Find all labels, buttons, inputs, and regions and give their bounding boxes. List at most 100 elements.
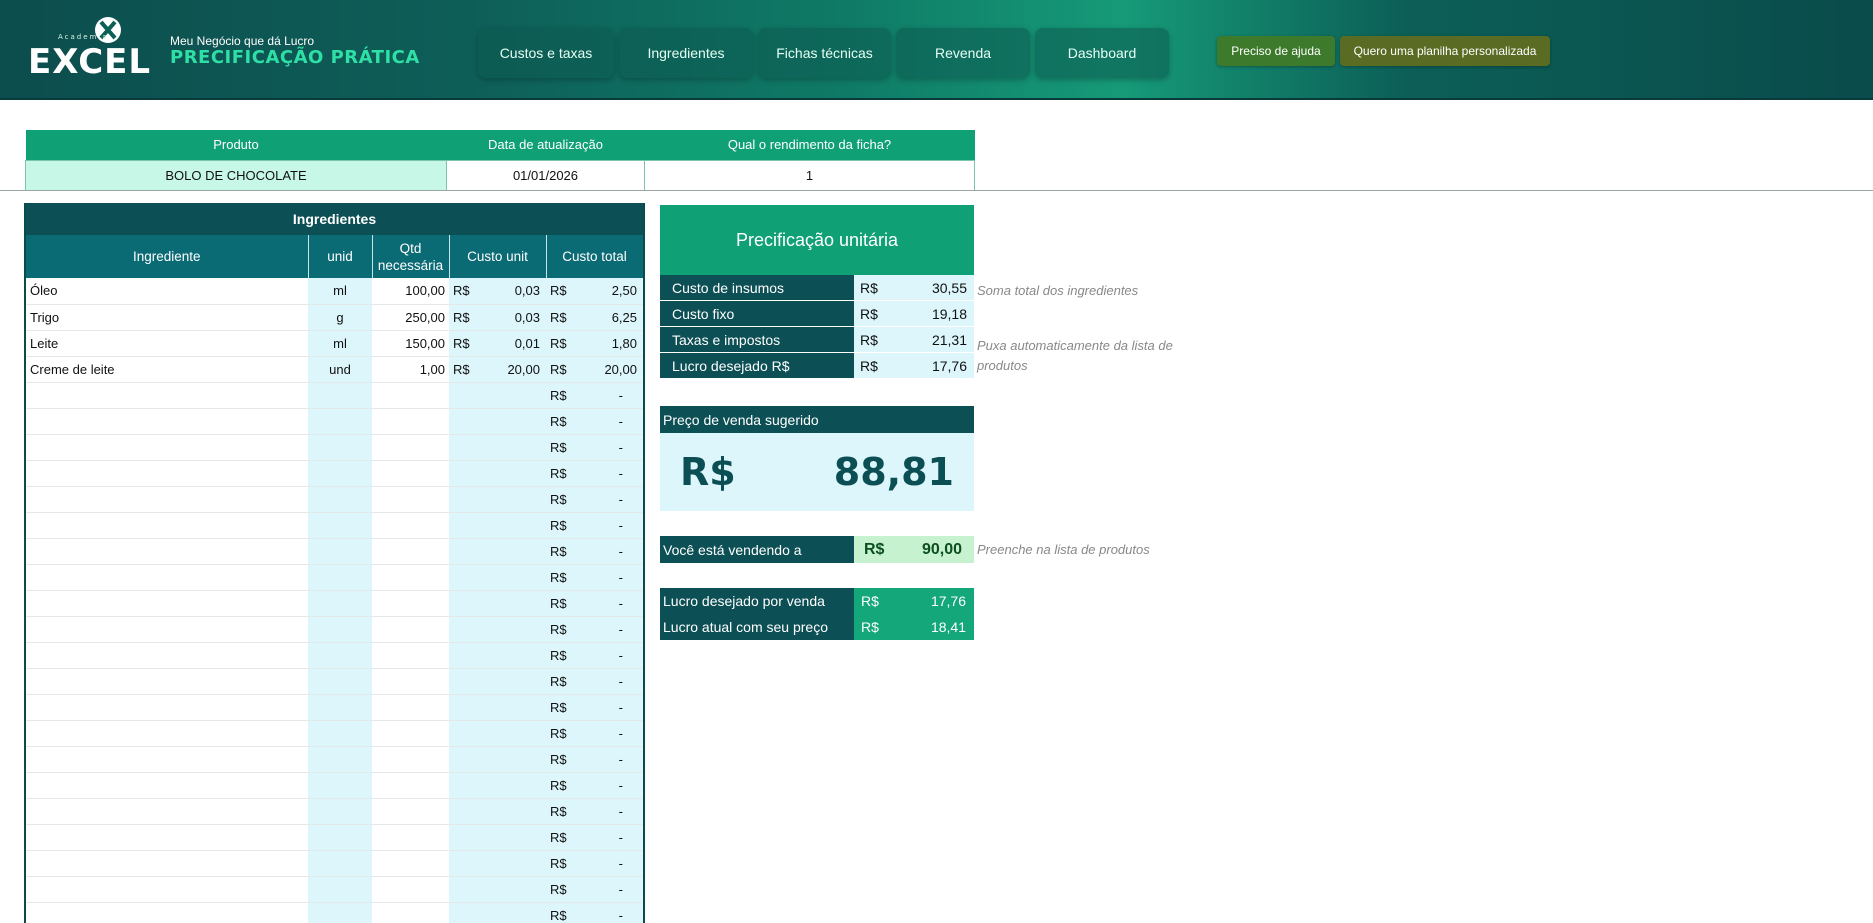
ingredient-unit-cell[interactable] (308, 512, 372, 539)
ingredient-unit-cell[interactable] (308, 434, 372, 461)
ingredient-total-cell[interactable]: R$ - (546, 486, 643, 513)
ingredient-total-cell[interactable]: R$ - (546, 824, 643, 851)
nav-fichas-tecnicas-button[interactable]: Fichas técnicas (758, 28, 891, 78)
ingredient-unit-cost-cell[interactable] (449, 798, 546, 825)
ingredient-qty-cell[interactable] (372, 902, 449, 923)
ingredient-qty-cell[interactable] (372, 694, 449, 721)
ingredient-total-cell[interactable]: R$ - (546, 538, 643, 565)
ingredient-name-cell[interactable]: Leite (26, 330, 308, 357)
ingredient-unit-cost-cell[interactable] (449, 876, 546, 903)
ingredient-unit-cost-cell[interactable] (449, 382, 546, 409)
ingredient-unit-cost-cell[interactable] (449, 512, 546, 539)
selling-price-value[interactable]: R$ 90,00 (854, 536, 974, 563)
ingredient-name-cell[interactable] (26, 850, 308, 877)
nav-custos-e-taxas-button[interactable]: Custos e taxas (478, 28, 614, 78)
ingredient-qty-cell[interactable] (372, 772, 449, 799)
ingredient-unit-cost-cell[interactable]: R$ 0,03 (449, 278, 546, 305)
ingredient-unit-cost-cell[interactable] (449, 642, 546, 669)
ingredient-qty-cell[interactable] (372, 616, 449, 643)
ingredient-qty-cell[interactable] (372, 850, 449, 877)
help-button[interactable]: Preciso de ajuda (1217, 36, 1335, 66)
ingredient-total-cell[interactable]: R$ - (546, 512, 643, 539)
ingredient-qty-cell[interactable] (372, 642, 449, 669)
ingredient-name-cell[interactable] (26, 486, 308, 513)
ingredient-unit-cell[interactable] (308, 590, 372, 617)
ingredient-unit-cell[interactable] (308, 772, 372, 799)
ingredient-unit-cost-cell[interactable] (449, 408, 546, 435)
ingredient-unit-cost-cell[interactable] (449, 434, 546, 461)
ingredient-name-cell[interactable] (26, 382, 308, 409)
pricing-row-value[interactable]: R$ 19,18 (854, 301, 974, 326)
ingredient-name-cell[interactable] (26, 538, 308, 565)
ingredient-qty-cell[interactable] (372, 564, 449, 591)
nav-ingredientes-button[interactable]: Ingredientes (619, 28, 753, 78)
ingredient-unit-cost-cell[interactable] (449, 850, 546, 877)
ingredient-unit-cost-cell[interactable] (449, 772, 546, 799)
ingredient-unit-cell[interactable] (308, 720, 372, 747)
ingredient-qty-cell[interactable] (372, 824, 449, 851)
ingredient-total-cell[interactable]: R$ - (546, 902, 643, 923)
ingredient-qty-cell[interactable]: 150,00 (372, 330, 449, 357)
ingredient-qty-cell[interactable] (372, 382, 449, 409)
nav-dashboard-button[interactable]: Dashboard (1035, 28, 1169, 78)
ingredient-unit-cell[interactable] (308, 460, 372, 487)
ingredient-name-cell[interactable] (26, 902, 308, 923)
custom-spreadsheet-button[interactable]: Quero uma planilha personalizada (1340, 36, 1550, 66)
ingredient-total-cell[interactable]: R$ - (546, 564, 643, 591)
ingredient-qty-cell[interactable] (372, 460, 449, 487)
ingredient-unit-cell[interactable]: und (308, 356, 372, 383)
yield-cell[interactable]: 1 (644, 159, 975, 191)
ingredient-name-cell[interactable] (26, 668, 308, 695)
ingredient-total-cell[interactable]: R$ - (546, 694, 643, 721)
ingredient-name-cell[interactable]: Trigo (26, 304, 308, 331)
ingredient-qty-cell[interactable] (372, 408, 449, 435)
ingredient-name-cell[interactable] (26, 590, 308, 617)
ingredient-unit-cell[interactable] (308, 746, 372, 773)
ingredient-unit-cell[interactable]: ml (308, 330, 372, 357)
ingredient-unit-cost-cell[interactable]: R$ 0,01 (449, 330, 546, 357)
ingredient-name-cell[interactable] (26, 616, 308, 643)
ingredient-name-cell[interactable]: Creme de leite (26, 356, 308, 383)
ingredient-unit-cost-cell[interactable] (449, 564, 546, 591)
ingredient-unit-cell[interactable] (308, 668, 372, 695)
ingredient-qty-cell[interactable] (372, 746, 449, 773)
ingredient-qty-cell[interactable] (372, 434, 449, 461)
ingredient-total-cell[interactable]: R$ - (546, 590, 643, 617)
ingredient-name-cell[interactable] (26, 798, 308, 825)
ingredient-qty-cell[interactable] (372, 798, 449, 825)
ingredient-unit-cell[interactable] (308, 694, 372, 721)
ingredient-name-cell[interactable] (26, 460, 308, 487)
ingredient-name-cell[interactable] (26, 642, 308, 669)
ingredient-unit-cost-cell[interactable] (449, 902, 546, 923)
ingredient-name-cell[interactable] (26, 434, 308, 461)
ingredient-unit-cell[interactable] (308, 616, 372, 643)
ingredient-unit-cost-cell[interactable] (449, 486, 546, 513)
ingredient-total-cell[interactable]: R$ - (546, 720, 643, 747)
ingredient-total-cell[interactable]: R$ - (546, 382, 643, 409)
ingredient-unit-cost-cell[interactable] (449, 720, 546, 747)
ingredient-unit-cell[interactable] (308, 538, 372, 565)
product-name-cell[interactable]: BOLO DE CHOCOLATE (25, 159, 447, 191)
ingredient-name-cell[interactable] (26, 772, 308, 799)
ingredient-total-cell[interactable]: R$ 20,00 (546, 356, 643, 383)
ingredient-unit-cell[interactable] (308, 850, 372, 877)
ingredient-unit-cell[interactable] (308, 408, 372, 435)
ingredient-total-cell[interactable]: R$ 1,80 (546, 330, 643, 357)
ingredient-total-cell[interactable]: R$ 2,50 (546, 278, 643, 305)
ingredient-total-cell[interactable]: R$ - (546, 746, 643, 773)
ingredient-unit-cost-cell[interactable] (449, 616, 546, 643)
ingredient-total-cell[interactable]: R$ - (546, 668, 643, 695)
ingredient-unit-cost-cell[interactable] (449, 694, 546, 721)
ingredient-total-cell[interactable]: R$ - (546, 408, 643, 435)
ingredient-qty-cell[interactable] (372, 720, 449, 747)
ingredient-qty-cell[interactable] (372, 512, 449, 539)
ingredient-unit-cell[interactable] (308, 642, 372, 669)
ingredient-unit-cell[interactable] (308, 824, 372, 851)
ingredient-unit-cost-cell[interactable] (449, 460, 546, 487)
ingredient-name-cell[interactable] (26, 824, 308, 851)
ingredient-unit-cell[interactable] (308, 486, 372, 513)
ingredient-qty-cell[interactable]: 250,00 (372, 304, 449, 331)
ingredient-total-cell[interactable]: R$ 6,25 (546, 304, 643, 331)
profit-row-value[interactable]: R$ 17,76 (854, 588, 974, 614)
ingredient-total-cell[interactable]: R$ - (546, 642, 643, 669)
